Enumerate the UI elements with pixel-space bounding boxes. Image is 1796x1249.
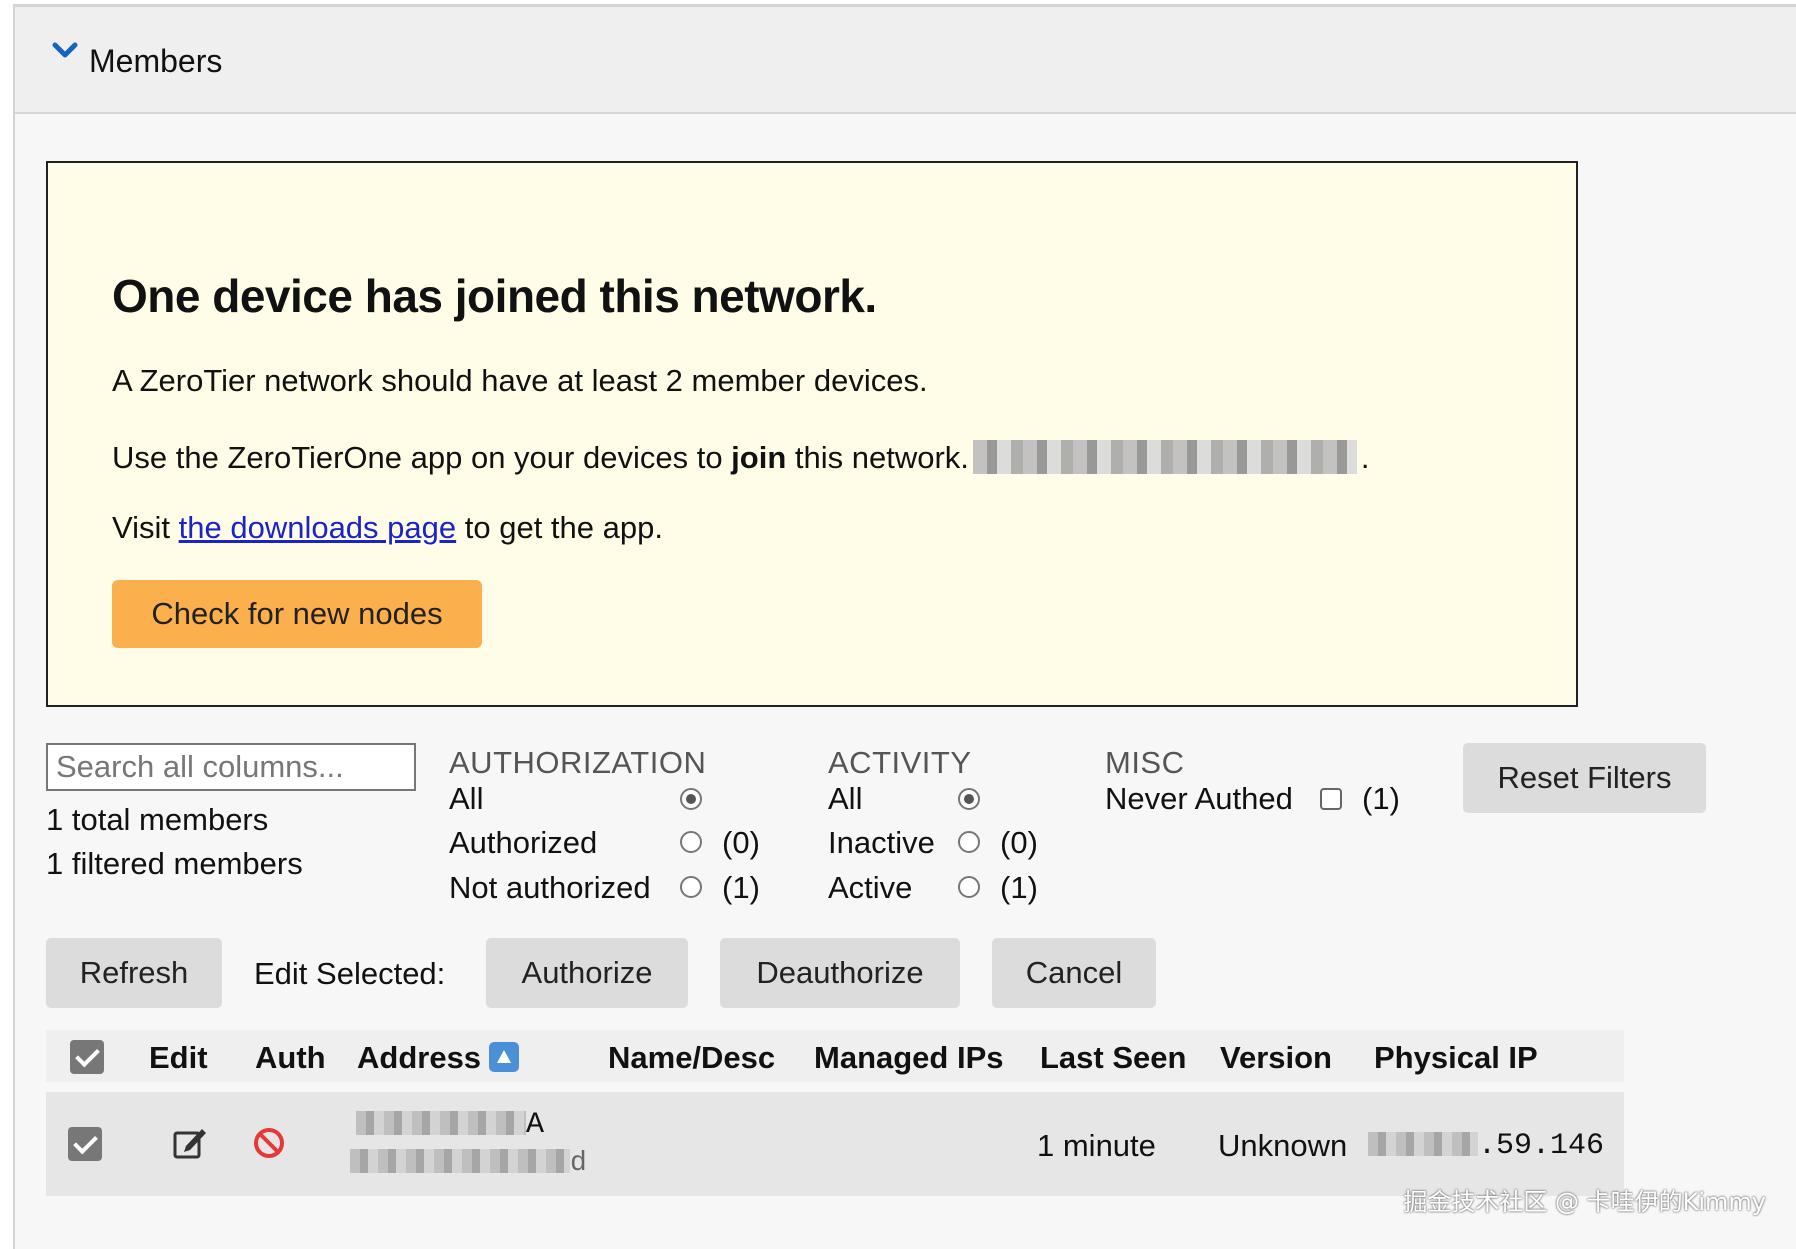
activity-filter-inactive-label: Inactive	[828, 825, 935, 860]
edit-icon[interactable]	[172, 1124, 208, 1160]
column-header-edit: Edit	[149, 1040, 208, 1075]
select-all-checkbox[interactable]	[70, 1040, 104, 1074]
auth-filter-not-authorized-count: (1)	[722, 870, 760, 905]
auth-filter-not-authorized-label: Not authorized	[449, 870, 651, 905]
address-redacted	[356, 1111, 526, 1135]
never-authed-label: Never Authed	[1105, 781, 1293, 816]
join-notice: One device has joined this network. A Ze…	[46, 161, 1578, 707]
column-header-address[interactable]: Address	[357, 1040, 520, 1076]
address-header-label: Address	[357, 1040, 482, 1075]
never-authed-count: (1)	[1362, 781, 1400, 816]
deauthorize-button[interactable]: Deauthorize	[720, 938, 960, 1008]
activity-filter-inactive-radio[interactable]	[958, 831, 980, 853]
physical-ip-visible-part: .59.146	[1478, 1129, 1605, 1163]
total-members-count: 1 total members	[46, 802, 269, 837]
join-text-bold: join	[731, 440, 787, 475]
authorization-filter-title: AUTHORIZATION	[449, 745, 707, 780]
cancel-button[interactable]: Cancel	[992, 938, 1156, 1008]
version-value: Unknown	[1218, 1128, 1348, 1163]
not-authorized-icon[interactable]	[252, 1126, 286, 1160]
get-app-text: to get the app.	[456, 510, 663, 545]
activity-filter-active-count: (1)	[1000, 870, 1038, 905]
member-mac: d	[350, 1148, 587, 1179]
notice-line-join: Use the ZeroTierOne app on your devices …	[112, 440, 1370, 476]
address-visible-part: A	[526, 1108, 545, 1142]
notice-line-members: A ZeroTier network should have at least …	[112, 363, 928, 398]
column-header-last-seen[interactable]: Last Seen	[1040, 1040, 1186, 1076]
activity-filter-all-label: All	[828, 781, 863, 816]
activity-filter-active-label: Active	[828, 870, 913, 905]
column-header-managed-ips[interactable]: Managed IPs	[814, 1040, 1004, 1076]
activity-filter-title: ACTIVITY	[828, 745, 972, 780]
edit-selected-label: Edit Selected:	[254, 956, 446, 991]
notice-line-downloads: Visit the downloads page to get the app.	[112, 510, 663, 546]
reset-filters-button[interactable]: Reset Filters	[1463, 743, 1706, 813]
misc-filter-title: MISC	[1105, 745, 1185, 780]
watermark: 掘金技术社区 @ 卡哇伊的Kimmy	[1403, 1188, 1766, 1216]
authorize-button[interactable]: Authorize	[486, 938, 688, 1008]
mac-visible-part: d	[570, 1148, 587, 1179]
network-id-redacted	[972, 440, 1357, 474]
physical-ip-redacted	[1368, 1132, 1478, 1156]
section-title: Members	[89, 43, 223, 79]
auth-filter-not-authorized-radio[interactable]	[680, 876, 702, 898]
activity-filter-active-radio[interactable]	[958, 876, 980, 898]
auth-filter-authorized-radio[interactable]	[680, 831, 702, 853]
visit-text: Visit	[112, 510, 179, 545]
auth-filter-all-radio[interactable]	[680, 788, 702, 810]
downloads-link[interactable]: the downloads page	[179, 510, 457, 545]
section-header[interactable]: Members	[15, 7, 1796, 114]
auth-filter-all-label: All	[449, 781, 484, 816]
never-authed-checkbox[interactable]	[1320, 788, 1342, 810]
search-input[interactable]	[46, 743, 416, 791]
column-header-physical-ip[interactable]: Physical IP	[1374, 1040, 1538, 1076]
column-header-version[interactable]: Version	[1220, 1040, 1332, 1076]
mac-redacted	[350, 1149, 570, 1173]
chevron-down-icon[interactable]	[51, 37, 79, 65]
row-select-checkbox[interactable]	[68, 1127, 102, 1161]
join-text-end: .	[1360, 440, 1370, 475]
column-header-auth: Auth	[255, 1040, 326, 1075]
join-text-pre: Use the ZeroTierOne app on your devices …	[112, 440, 732, 475]
physical-ip-value: .59.146	[1368, 1129, 1604, 1163]
sort-ascending-icon[interactable]	[489, 1042, 520, 1072]
filtered-members-count: 1 filtered members	[46, 846, 303, 881]
last-seen-value: 1 minute	[1037, 1128, 1156, 1163]
auth-filter-authorized-label: Authorized	[449, 825, 598, 860]
column-header-name[interactable]: Name/Desc	[608, 1040, 775, 1076]
join-text-post: this network.	[786, 440, 969, 475]
refresh-button[interactable]: Refresh	[46, 938, 222, 1008]
activity-filter-all-radio[interactable]	[958, 788, 980, 810]
member-address: A	[356, 1108, 544, 1142]
check-new-nodes-button[interactable]: Check for new nodes	[112, 580, 482, 648]
auth-filter-authorized-count: (0)	[722, 825, 760, 860]
notice-heading: One device has joined this network.	[112, 270, 877, 322]
activity-filter-inactive-count: (0)	[1000, 825, 1038, 860]
